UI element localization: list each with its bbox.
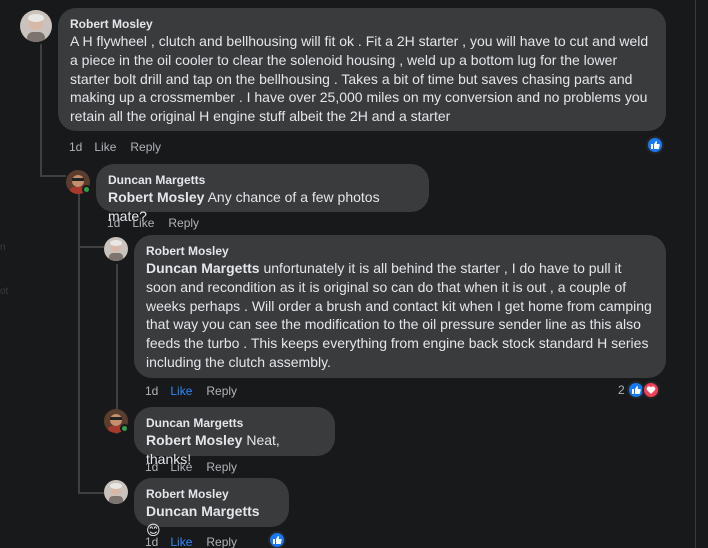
comment-bubble: Duncan Margetts Robert Mosley Any chance…: [96, 164, 429, 224]
mention-link[interactable]: Duncan Margetts: [146, 260, 260, 276]
comment-text: Duncan Margetts unfortunately it is all …: [146, 259, 654, 372]
avatar[interactable]: [104, 480, 128, 504]
reaction-summary[interactable]: [646, 136, 664, 154]
mention-link[interactable]: Robert Mosley: [108, 189, 204, 205]
reply-button[interactable]: Reply: [206, 383, 237, 399]
comment-bubble: Robert Mosley Duncan Margetts unfortunat…: [134, 235, 666, 378]
reply-button[interactable]: Reply: [206, 459, 237, 475]
comment-author[interactable]: Robert Mosley: [146, 243, 654, 259]
mention-link[interactable]: Robert Mosley: [146, 432, 242, 448]
scrollbar-track[interactable]: [695, 0, 696, 548]
comment-actions: 1d Like Reply: [107, 215, 199, 231]
avatar-photo-icon: [104, 480, 128, 504]
comment-actions: 1d Like Reply: [69, 139, 161, 155]
timestamp[interactable]: 1d: [145, 459, 158, 475]
comment-body: A H flywheel , clutch and bellhousing wi…: [70, 33, 649, 125]
like-button[interactable]: Like: [170, 534, 192, 548]
avatar-photo-icon: [104, 237, 128, 261]
like-button[interactable]: Like: [170, 383, 192, 399]
reaction-summary[interactable]: 2: [618, 381, 660, 399]
thread-line: [40, 175, 66, 177]
timestamp[interactable]: 1d: [107, 215, 120, 231]
like-button[interactable]: Like: [94, 139, 116, 155]
comment-actions: 1d Like Reply: [145, 534, 237, 548]
love-icon: [641, 381, 660, 399]
comment-actions: 1d Like Reply: [145, 459, 237, 475]
edge-fragment: ot: [0, 286, 9, 297]
comment-author[interactable]: Duncan Margetts: [146, 415, 323, 431]
mention-link[interactable]: Duncan Margetts: [146, 503, 260, 519]
like-button[interactable]: Like: [170, 459, 192, 475]
edge-fragment: n: [0, 242, 6, 253]
reaction-count: 2: [618, 383, 625, 397]
avatar[interactable]: [20, 10, 52, 42]
thread-line: [78, 492, 104, 494]
thread-line: [40, 44, 42, 177]
online-status-icon: [82, 185, 91, 194]
comment-body: unfortunately it is all behind the start…: [146, 260, 652, 370]
like-button[interactable]: Like: [132, 215, 154, 231]
avatar-photo-icon: [20, 10, 52, 42]
thread-line: [78, 194, 80, 494]
comment-bubble: Duncan Margetts Robert Mosley Neat, than…: [134, 407, 335, 467]
comment-author[interactable]: Robert Mosley: [146, 486, 277, 502]
like-icon: [268, 531, 286, 548]
reply-button[interactable]: Reply: [130, 139, 161, 155]
avatar[interactable]: [104, 237, 128, 261]
online-status-icon: [120, 424, 129, 433]
reply-button[interactable]: Reply: [168, 215, 199, 231]
timestamp[interactable]: 1d: [145, 383, 158, 399]
comment-author[interactable]: Duncan Margetts: [108, 172, 417, 188]
timestamp[interactable]: 1d: [69, 139, 82, 155]
timestamp[interactable]: 1d: [145, 534, 158, 548]
comment-author[interactable]: Robert Mosley: [70, 16, 654, 32]
reaction-summary[interactable]: [268, 531, 286, 548]
thread-line: [78, 246, 104, 248]
comment-text: A H flywheel , clutch and bellhousing wi…: [70, 32, 654, 126]
like-icon: [646, 136, 664, 154]
comment-bubble: Robert Mosley Duncan Margetts 😊: [134, 478, 289, 538]
comment-bubble: Robert Mosley A H flywheel , clutch and …: [58, 8, 666, 131]
reply-button[interactable]: Reply: [206, 534, 237, 548]
comment-actions: 1d Like Reply: [145, 383, 237, 399]
